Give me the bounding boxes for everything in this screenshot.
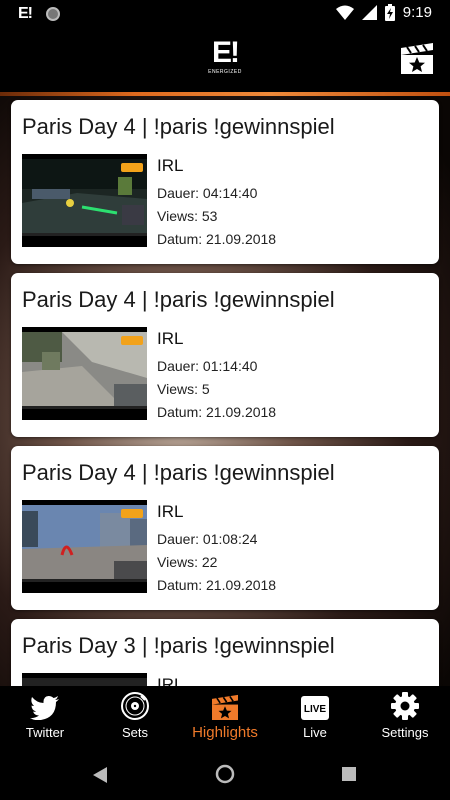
video-views: Views: 22 — [157, 554, 218, 570]
video-duration: Dauer: 01:08:24 — [157, 531, 258, 547]
video-card[interactable]: Paris Day 4 | !paris !gewinnspiel IRL Da… — [11, 273, 439, 437]
twitter-bird-icon — [30, 696, 59, 720]
nav-twitter[interactable]: Twitter — [0, 686, 90, 750]
nav-label: Highlights — [192, 724, 258, 741]
clock: 9:19 — [402, 4, 432, 21]
video-category: IRL — [157, 156, 184, 175]
video-thumbnail — [22, 500, 147, 593]
video-title: Paris Day 3 | !paris !gewinnspiel — [22, 633, 335, 658]
nav-highlights[interactable]: Highlights — [180, 686, 270, 750]
nav-label: Twitter — [25, 725, 65, 740]
video-date: Datum: 21.09.2018 — [157, 577, 277, 593]
energized-logo: E! ENERGIZED — [208, 36, 242, 76]
nav-sets[interactable]: Sets — [90, 686, 180, 750]
nav-label: Live — [303, 725, 327, 740]
status-bar: E! 9:19 — [0, 0, 450, 28]
record-notification-icon — [46, 7, 60, 21]
video-views: Views: 5 — [157, 381, 210, 397]
video-category: IRL — [157, 502, 184, 521]
nav-live[interactable]: LIVE Live — [270, 686, 360, 750]
video-duration: Dauer: 04:14:40 — [157, 185, 258, 201]
video-title: Paris Day 4 | !paris !gewinnspiel — [22, 287, 335, 312]
nav-settings[interactable]: Settings — [360, 686, 450, 750]
recents-icon[interactable] — [342, 767, 356, 781]
home-icon[interactable] — [215, 764, 235, 784]
video-date: Datum: 21.09.2018 — [157, 231, 277, 247]
video-duration: Dauer: 01:14:40 — [157, 358, 258, 374]
video-date: Datum: 21.09.2018 — [157, 404, 277, 420]
highlights-list[interactable]: Paris Day 4 | !paris !gewinnspiel IRL Da… — [0, 96, 450, 686]
video-views: Views: 53 — [157, 208, 218, 224]
bottom-navigation: Twitter Sets Highlights LIVE Live Settin… — [0, 686, 450, 750]
nav-label: Sets — [121, 725, 148, 740]
vinyl-disc-icon — [121, 692, 149, 720]
video-category: IRL — [157, 675, 184, 686]
clapperboard-star-icon[interactable] — [400, 42, 434, 74]
app-notification-icon: E! — [18, 5, 33, 22]
svg-text:LIVE: LIVE — [304, 704, 327, 715]
wifi-icon — [335, 5, 354, 20]
back-icon[interactable] — [93, 767, 107, 783]
video-title: Paris Day 4 | !paris !gewinnspiel — [22, 114, 335, 139]
nav-label: Settings — [381, 725, 429, 740]
video-thumbnail — [22, 327, 147, 420]
app-bar: E! ENERGIZED — [0, 28, 450, 92]
cell-signal-icon — [361, 5, 377, 20]
video-card[interactable]: Paris Day 4 | !paris !gewinnspiel IRL Da… — [11, 446, 439, 610]
video-thumbnail — [22, 673, 147, 686]
video-card[interactable]: Paris Day 3 | !paris !gewinnspiel IRL — [11, 619, 439, 686]
battery-charging-icon — [384, 4, 395, 21]
system-navigation-bar — [0, 750, 450, 800]
video-thumbnail — [22, 154, 147, 247]
video-title: Paris Day 4 | !paris !gewinnspiel — [22, 460, 335, 485]
gear-icon — [391, 692, 419, 720]
video-card[interactable]: Paris Day 4 | !paris !gewinnspiel IRL Da… — [11, 100, 439, 264]
live-badge-icon: LIVE — [301, 696, 329, 720]
video-category: IRL — [157, 329, 184, 348]
clapperboard-star-icon — [212, 694, 238, 720]
